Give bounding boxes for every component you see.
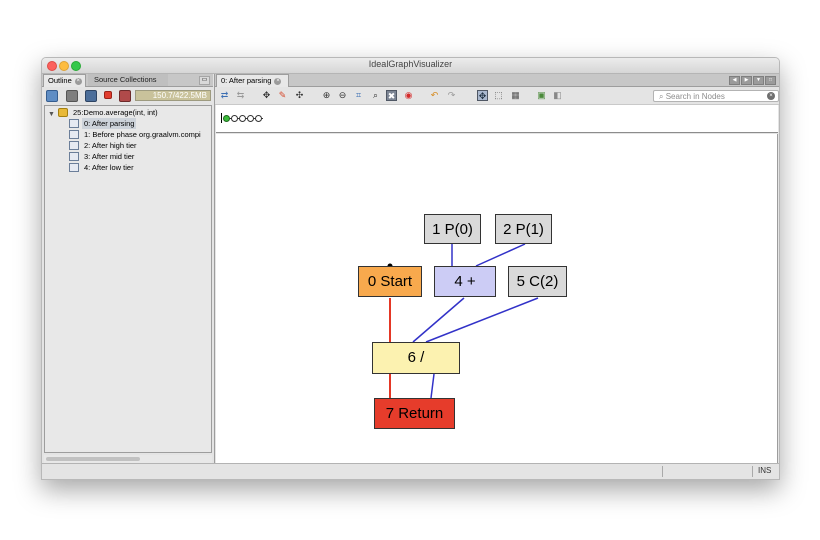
graph-canvas[interactable]: 1 P(0) 2 P(1) 0 Start 4 + 5 C(2) 6 / 7 R…: [216, 134, 778, 463]
graph-node-7[interactable]: 7 Return: [374, 398, 455, 429]
graph-editor: 0: After parsing × ◀ ▶ ▼ □ ⇄ ⇆ ✥ ✎ ✣ ⊕ ⊖ ⌗ ⌕…: [214, 74, 779, 463]
tree-item-label: 2: After high tier: [84, 141, 137, 150]
panorama-icon[interactable]: ◉: [403, 90, 414, 101]
graph-node-4[interactable]: 4 +: [434, 266, 496, 297]
list-item[interactable]: 3: After mid tier: [45, 151, 210, 162]
graph-icon: [69, 119, 79, 128]
outline-panel: Outline × Source Collections ▭ 150.7/422.…: [42, 74, 213, 463]
list-item[interactable]: 4: After low tier: [45, 162, 210, 173]
tab-source-collections-label: Source Collections: [94, 75, 157, 84]
export-icon[interactable]: ▣: [536, 90, 547, 101]
status-bar: INS: [42, 463, 779, 479]
editor-tab-label: 0: After parsing: [221, 76, 272, 85]
zoom-out-icon[interactable]: ⊖: [337, 90, 348, 101]
edge-p1-add: [475, 243, 526, 267]
list-item[interactable]: 0: After parsing: [45, 118, 210, 129]
outline-tree: ▼ 25:Demo.average(int, int) 0: After par…: [44, 105, 212, 453]
edge-div-return: [430, 373, 435, 399]
tree-root[interactable]: ▼ 25:Demo.average(int, int): [45, 107, 210, 118]
hierarchy-icon[interactable]: ⌗: [353, 90, 364, 101]
show-icon[interactable]: ✣: [294, 90, 305, 101]
hide-icon[interactable]: ✎: [277, 90, 288, 101]
save-icon[interactable]: [66, 90, 78, 102]
tab-outline[interactable]: Outline ×: [43, 74, 86, 87]
graph-node-6[interactable]: 6 /: [372, 342, 460, 374]
title-bar: IdealGraphVisualizer: [42, 58, 779, 74]
graph-node-0[interactable]: 0 Start: [358, 266, 422, 297]
horizontal-scrollbar[interactable]: [44, 455, 212, 463]
status-divider: [662, 466, 663, 477]
tree-item-label: 0: After parsing: [82, 118, 137, 129]
tab-outline-label: Outline: [48, 76, 72, 85]
save-all-icon[interactable]: [85, 90, 97, 102]
import-icon[interactable]: ◧: [552, 90, 563, 101]
group-folder-icon: [58, 108, 68, 117]
edge-add-div: [412, 297, 465, 343]
zoom-in-icon[interactable]: ⊕: [321, 90, 332, 101]
graph-edges: [387, 243, 539, 399]
pan-mode-icon[interactable]: ✥: [477, 90, 488, 101]
redo-icon[interactable]: ↷: [446, 90, 457, 101]
editor-toolbar: ⇄ ⇆ ✥ ✎ ✣ ⊕ ⊖ ⌗ ⌕ ✖ ◉ ↶ ↷ ✥ ⬚ ▦ ▣ ◧ ⌕ Se…: [215, 87, 779, 105]
select-mode-icon[interactable]: ⬚: [493, 90, 504, 101]
clear-search-icon[interactable]: ×: [767, 92, 775, 100]
search-placeholder: Search in Nodes: [665, 92, 725, 101]
app-window: IdealGraphVisualizer Outline × Source Col…: [41, 57, 780, 480]
timeline-phase-0[interactable]: [223, 115, 230, 122]
tree-item-label: 1: Before phase org.graalvm.compi: [84, 130, 201, 139]
editor-window-controls: ◀ ▶ ▼ □: [728, 76, 776, 85]
scroll-left-icon[interactable]: ◀: [729, 76, 740, 85]
graph-icon: [69, 163, 79, 172]
close-up-icon[interactable]: ✖: [386, 90, 397, 101]
maximize-icon[interactable]: □: [765, 76, 776, 85]
timeline-start-marker: [221, 113, 222, 123]
close-tab-icon[interactable]: ×: [74, 77, 82, 85]
timeline-phase-3[interactable]: [247, 115, 254, 122]
graph-icon: [69, 130, 79, 139]
timeline-phase-4[interactable]: [255, 115, 262, 122]
stop-icon[interactable]: [104, 91, 112, 99]
zoom-fit-icon[interactable]: ⌕: [370, 90, 381, 101]
list-item[interactable]: 2: After high tier: [45, 140, 210, 151]
tab-source-collections[interactable]: Source Collections: [88, 74, 168, 86]
graph-node-2[interactable]: 2 P(1): [495, 214, 552, 244]
open-icon[interactable]: [46, 90, 58, 102]
graph-icon: [69, 152, 79, 161]
center-icon[interactable]: ✥: [261, 90, 272, 101]
scroll-right-icon[interactable]: ▶: [741, 76, 752, 85]
timeline-phase-1[interactable]: [231, 115, 238, 122]
remove-all-icon[interactable]: [119, 90, 131, 102]
outline-tab-bar: Outline × Source Collections ▭: [42, 74, 213, 87]
editor-tab-bar: 0: After parsing × ◀ ▶ ▼ □: [215, 74, 779, 87]
tab-list-icon[interactable]: ▼: [753, 76, 764, 85]
graph-node-1[interactable]: 1 P(0): [424, 214, 481, 244]
undo-icon[interactable]: ↶: [429, 90, 440, 101]
scrollbar-thumb[interactable]: [46, 457, 140, 461]
phase-timeline: [216, 105, 778, 133]
tree-item-label: 4: After low tier: [84, 163, 134, 172]
close-tab-icon[interactable]: ×: [274, 77, 282, 85]
graph-icon: [69, 141, 79, 150]
insert-mode-indicator: INS: [758, 466, 772, 475]
overview-icon[interactable]: ▦: [510, 90, 521, 101]
tree-item-label: 3: After mid tier: [84, 152, 135, 161]
memory-indicator[interactable]: 150.7/422.5MB: [135, 90, 211, 101]
timeline-phase-2[interactable]: [239, 115, 246, 122]
outline-toolbar: 150.7/422.5MB: [42, 87, 213, 104]
tree-root-label: 25:Demo.average(int, int): [73, 108, 158, 117]
reduce-icon[interactable]: ⇆: [235, 90, 246, 101]
search-input[interactable]: ⌕ Search in Nodes ×: [653, 90, 779, 102]
graph-node-5[interactable]: 5 C(2): [508, 266, 567, 297]
expand-icon[interactable]: ⇄: [219, 90, 230, 101]
search-icon: ⌕: [659, 92, 664, 101]
minimize-panel-button[interactable]: ▭: [199, 76, 210, 85]
tab-after-parsing[interactable]: 0: After parsing ×: [216, 74, 289, 87]
edge-const-div: [425, 297, 539, 343]
status-divider: [752, 466, 753, 477]
window-title: IdealGraphVisualizer: [368, 59, 453, 69]
list-item[interactable]: 1: Before phase org.graalvm.compi: [45, 129, 210, 140]
